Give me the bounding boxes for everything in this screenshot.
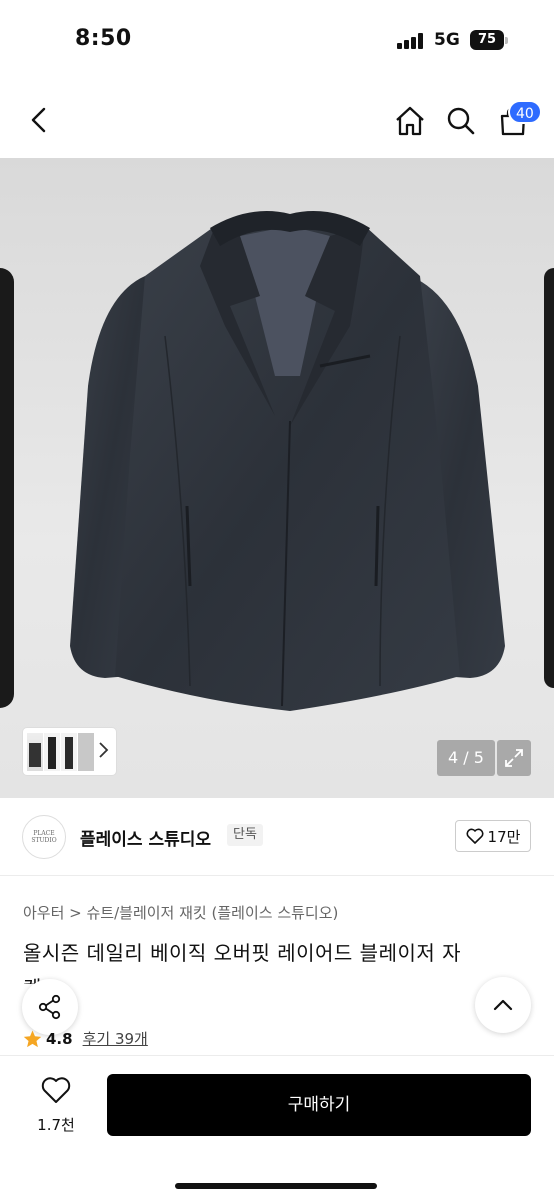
top-nav: [0, 82, 554, 158]
heart-icon: [41, 1077, 71, 1103]
status-time: 8:50: [75, 26, 132, 51]
brand-name[interactable]: 플레이스 스튜디오: [80, 825, 211, 850]
thumbnail-strip[interactable]: [23, 728, 116, 775]
home-button[interactable]: [389, 100, 431, 142]
chevron-right-icon: [99, 742, 109, 758]
product-image[interactable]: 4 / 5: [0, 158, 554, 798]
signal-icon: [397, 33, 427, 49]
network-label: 5G: [434, 30, 460, 50]
bottom-bar: 1.7천 구매하기: [0, 1055, 554, 1200]
heart-icon: [466, 828, 484, 844]
share-icon: [38, 994, 61, 1020]
home-indicator: [175, 1183, 377, 1189]
breadcrumb[interactable]: 아우터 > 슈트/블레이저 재킷 (플레이스 스튜디오): [23, 902, 338, 923]
brand-row[interactable]: PLACE STUDIO 플레이스 스튜디오 단독 17만: [0, 798, 554, 876]
star-icon: [23, 1029, 42, 1047]
chevron-left-icon: [31, 107, 46, 133]
brand-like-button[interactable]: 17만: [455, 820, 531, 852]
thumbnail-1[interactable]: [27, 732, 43, 771]
buy-button[interactable]: 구매하기: [107, 1074, 531, 1136]
search-icon: [447, 107, 475, 135]
expand-icon: [505, 749, 523, 767]
wishlist-button[interactable]: 1.7천: [22, 1074, 90, 1138]
search-button[interactable]: [440, 100, 482, 142]
status-bar: 8:50 5G 75: [0, 0, 554, 82]
thumbnail-3[interactable]: [61, 732, 77, 771]
rating-row: 4.8 후기 39개: [23, 1028, 148, 1049]
prev-image-peek: [0, 268, 14, 708]
thumbnail-4[interactable]: [78, 732, 94, 771]
scroll-top-button[interactable]: [475, 977, 531, 1033]
chevron-up-icon: [493, 999, 513, 1011]
product-title: 올시즌 데일리 베이직 오버핏 레이어드 블레이저 자: [23, 941, 462, 965]
exclusive-tag: 단독: [227, 824, 263, 846]
battery-tip: [505, 37, 508, 44]
next-image-peek: [544, 268, 554, 688]
brand-logo[interactable]: PLACE STUDIO: [22, 815, 66, 859]
rating-value: 4.8: [46, 1029, 73, 1048]
home-icon: [396, 106, 424, 136]
thumbnail-2[interactable]: [44, 732, 60, 771]
battery-icon: 75: [470, 30, 504, 50]
image-pager: 4 / 5: [437, 740, 495, 776]
review-link[interactable]: 후기 39개: [83, 1028, 148, 1049]
cart-count-badge: 40: [508, 100, 542, 124]
wishlist-count: 1.7천: [37, 1116, 75, 1134]
expand-button[interactable]: [497, 740, 531, 776]
back-button[interactable]: [20, 100, 60, 140]
brand-like-count: 17만: [487, 827, 521, 846]
jacket-photo: [70, 211, 505, 711]
share-button[interactable]: [22, 979, 78, 1035]
